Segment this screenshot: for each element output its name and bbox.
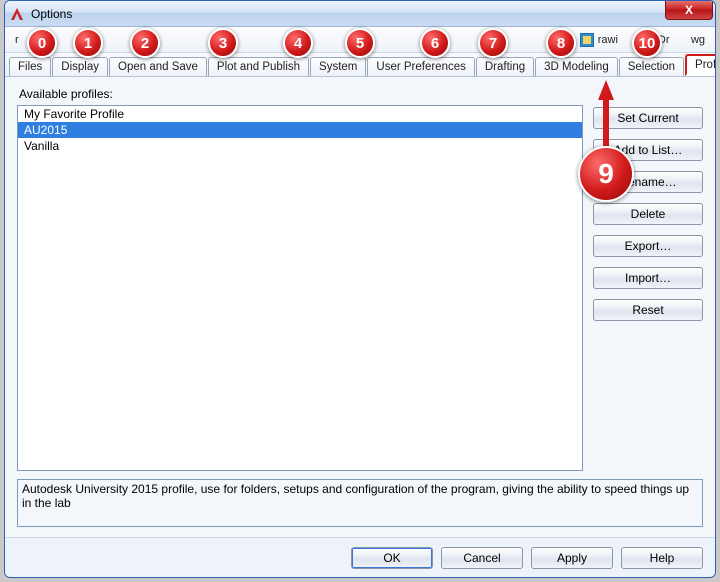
header-strip: r rawi Dr wg bbox=[5, 27, 715, 53]
add-to-list-button[interactable]: Add to List… bbox=[593, 139, 703, 161]
button-label: OK bbox=[383, 551, 400, 565]
tab-files[interactable]: Files bbox=[9, 57, 51, 76]
button-label: Rename… bbox=[619, 175, 676, 189]
tab-system[interactable]: System bbox=[310, 57, 366, 76]
tab-label: Plot and Publish bbox=[217, 61, 300, 73]
tab-label: System bbox=[319, 61, 357, 73]
tab-label: User Preferences bbox=[376, 61, 465, 73]
button-label: Reset bbox=[632, 303, 663, 317]
tab-row: Files Display Open and Save Plot and Pub… bbox=[5, 53, 715, 77]
dialog-footer: OK Cancel Apply Help bbox=[5, 537, 715, 577]
reset-button[interactable]: Reset bbox=[593, 299, 703, 321]
close-icon: X bbox=[685, 3, 693, 17]
available-profiles-label: Available profiles: bbox=[19, 87, 703, 101]
current-drawing-name: Dr wg bbox=[658, 34, 705, 46]
button-label: Help bbox=[650, 551, 675, 565]
tab-label: Display bbox=[61, 61, 99, 73]
window-title: Options bbox=[31, 7, 72, 21]
titlebar: Options X bbox=[5, 1, 715, 27]
list-item[interactable]: AU2015 bbox=[18, 122, 582, 138]
button-label: Import… bbox=[625, 271, 671, 285]
options-window: Options X r rawi Dr wg Files Display Ope… bbox=[4, 0, 716, 578]
set-current-button[interactable]: Set Current bbox=[593, 107, 703, 129]
tab-label: Files bbox=[18, 61, 42, 73]
tab-label: Drafting bbox=[485, 61, 525, 73]
tab-label: Open and Save bbox=[118, 61, 198, 73]
button-label: Cancel bbox=[463, 551, 500, 565]
list-item-label: Vanilla bbox=[24, 139, 59, 153]
current-drawing-label: rawi bbox=[580, 33, 618, 47]
list-item-label: My Favorite Profile bbox=[24, 107, 124, 121]
tab-plot-and-publish[interactable]: Plot and Publish bbox=[208, 57, 309, 76]
tab-label: Profiles bbox=[695, 59, 716, 71]
tab-label: Selection bbox=[628, 61, 675, 73]
tab-label: 3D Modeling bbox=[544, 61, 609, 73]
tab-selection[interactable]: Selection bbox=[619, 57, 684, 76]
drawing-icon bbox=[580, 33, 594, 47]
list-item-label: AU2015 bbox=[24, 123, 67, 137]
tab-open-and-save[interactable]: Open and Save bbox=[109, 57, 207, 76]
button-label: Delete bbox=[631, 207, 666, 221]
import-button[interactable]: Import… bbox=[593, 267, 703, 289]
close-button[interactable]: X bbox=[665, 0, 713, 20]
tab-user-preferences[interactable]: User Preferences bbox=[367, 57, 474, 76]
cancel-button[interactable]: Cancel bbox=[441, 547, 523, 569]
current-profile-fragment: r bbox=[15, 34, 260, 46]
profiles-panel: Available profiles: My Favorite Profile … bbox=[5, 77, 715, 537]
profile-description: Autodesk University 2015 profile, use fo… bbox=[17, 479, 703, 527]
tab-3d-modeling[interactable]: 3D Modeling bbox=[535, 57, 618, 76]
apply-button[interactable]: Apply bbox=[531, 547, 613, 569]
list-item[interactable]: Vanilla bbox=[18, 138, 582, 154]
button-label: Set Current bbox=[617, 111, 678, 125]
export-button[interactable]: Export… bbox=[593, 235, 703, 257]
tab-profiles[interactable]: Profiles bbox=[685, 54, 716, 76]
profiles-listbox[interactable]: My Favorite Profile AU2015 Vanilla bbox=[17, 105, 583, 471]
profile-actions: Set Current Add to List… Rename… Delete … bbox=[593, 105, 703, 471]
rename-button[interactable]: Rename… bbox=[593, 171, 703, 193]
help-button[interactable]: Help bbox=[621, 547, 703, 569]
button-label: Export… bbox=[625, 239, 672, 253]
delete-button[interactable]: Delete bbox=[593, 203, 703, 225]
ok-button[interactable]: OK bbox=[351, 547, 433, 569]
app-icon bbox=[9, 6, 25, 22]
button-label: Apply bbox=[557, 551, 587, 565]
list-item[interactable]: My Favorite Profile bbox=[18, 106, 582, 122]
button-label: Add to List… bbox=[614, 143, 683, 157]
tab-display[interactable]: Display bbox=[52, 57, 108, 76]
tab-drafting[interactable]: Drafting bbox=[476, 57, 534, 76]
